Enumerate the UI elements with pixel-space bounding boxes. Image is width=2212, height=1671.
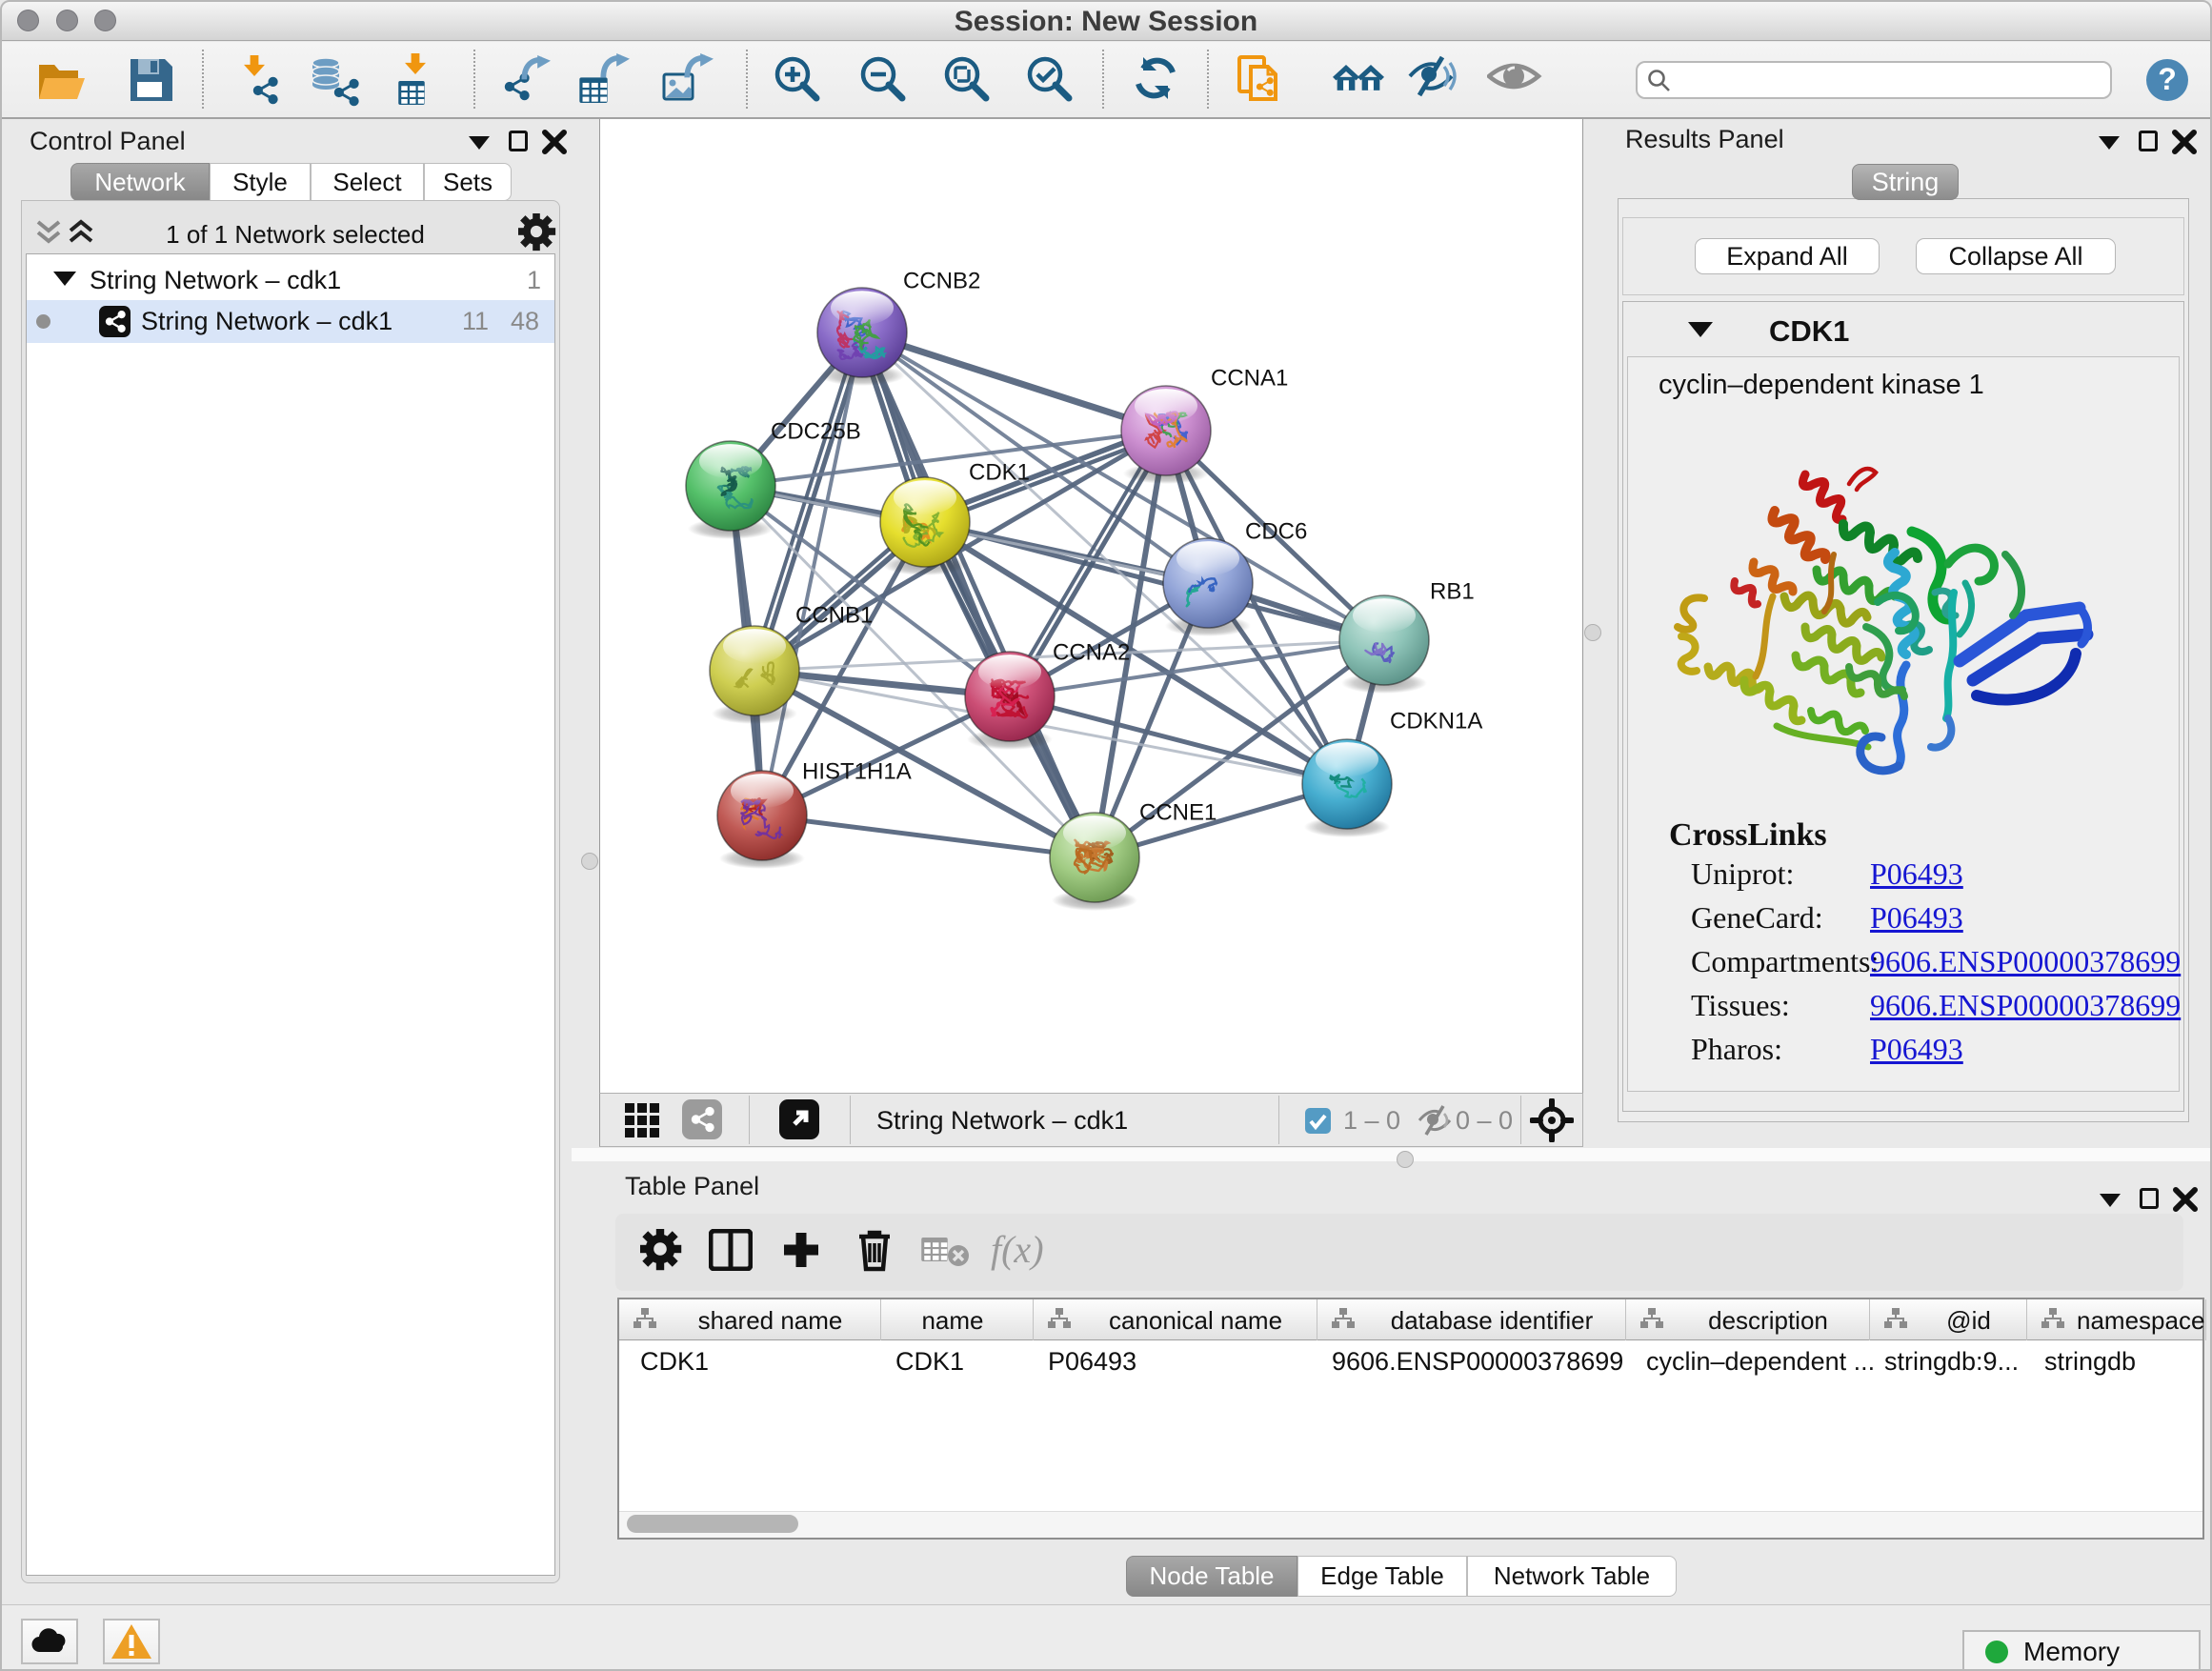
svg-text:CCNB2: CCNB2 (903, 268, 980, 293)
svg-text:RB1: RB1 (1430, 578, 1475, 604)
svg-text:CDKN1A: CDKN1A (1390, 708, 1482, 734)
svg-text:CCNA1: CCNA1 (1211, 365, 1288, 391)
svg-text:CDC25B: CDC25B (771, 418, 861, 444)
svg-text:CDK1: CDK1 (969, 459, 1030, 485)
svg-text:CCNA2: CCNA2 (1053, 639, 1130, 665)
svg-text:CCNB1: CCNB1 (795, 602, 873, 628)
svg-text:CDC6: CDC6 (1245, 518, 1307, 544)
svg-text:?: ? (2158, 62, 2177, 96)
svg-text:HIST1H1A: HIST1H1A (802, 758, 912, 784)
svg-text:CCNE1: CCNE1 (1139, 799, 1217, 825)
